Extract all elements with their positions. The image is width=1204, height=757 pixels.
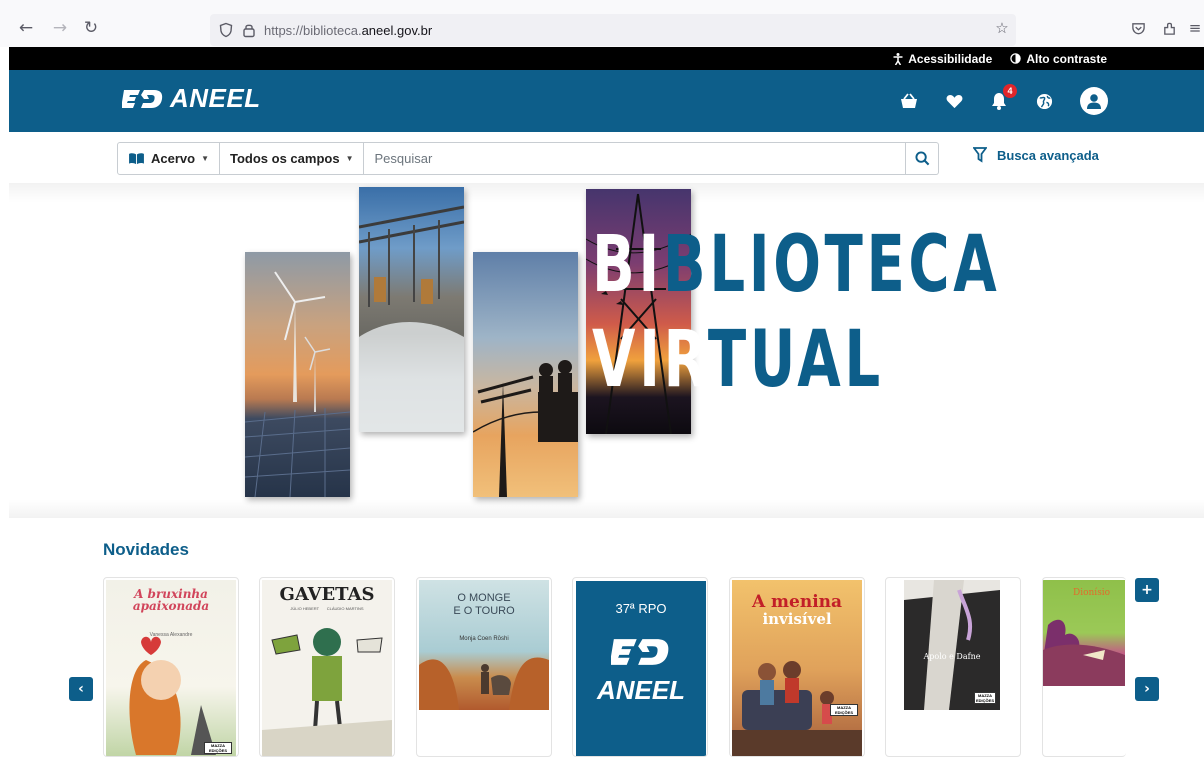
cover-title: Apolo e Dafne (923, 652, 981, 661)
book-card[interactable]: 37ª RPO ANEEL (572, 577, 708, 757)
search-button[interactable] (906, 142, 940, 175)
advanced-search-link[interactable]: Busca avançada (973, 147, 1099, 163)
book-cover: Dionísio (1043, 580, 1125, 686)
back-icon[interactable]: ← (15, 17, 37, 39)
book-card[interactable]: A menina invisível MAZZA EDIÇÕES (729, 577, 865, 757)
cover-publisher: MAZZA EDIÇÕES (830, 704, 858, 716)
address-bar[interactable]: https://biblioteca. aneel.gov.br (210, 14, 1016, 46)
logo-text: ANEEL (170, 83, 261, 113)
aneel-cover-logo (611, 639, 669, 665)
banner-title-1a: BI (592, 220, 663, 310)
power-line-workers-image (473, 252, 578, 497)
book-card[interactable]: Apolo e Dafne MAZZA EDIÇÕES (885, 577, 1021, 757)
aneel-logo-icon (122, 89, 163, 108)
advanced-search-label: Busca avançada (997, 147, 1099, 163)
collection-dropdown[interactable]: Acervo ▼ (117, 142, 220, 175)
book-card[interactable]: O MONGE E O TOURO Monja Coen Rōshi (416, 577, 552, 757)
wind-turbine-image (245, 252, 350, 497)
lock-icon (243, 24, 255, 38)
book-cover: A menina invisível MAZZA EDIÇÕES (732, 580, 862, 756)
fields-dropdown[interactable]: Todos os campos ▼ (220, 142, 365, 175)
book-cover: O MONGE E O TOURO Monja Coen Rōshi (419, 580, 549, 710)
dam-image (359, 187, 464, 432)
banner-title-2a: VIR (592, 315, 708, 405)
user-icon (1087, 94, 1101, 109)
high-contrast-link[interactable]: Alto contraste (1010, 52, 1107, 66)
contrast-icon (1010, 53, 1022, 64)
bookmark-star-icon[interactable]: ☆ (991, 17, 1013, 39)
accessibility-bar: Acessibilidade Alto contraste (9, 47, 1204, 70)
caret-down-icon: ▼ (345, 154, 354, 163)
banner-title-1b: BLIOTECA (662, 220, 1001, 310)
accessibility-icon (893, 52, 903, 65)
book-cover: GAVETAS JÚLIO HEBERT CLÁUDIO MARTINS (262, 580, 392, 756)
search-input[interactable] (364, 142, 907, 175)
aneel-logo[interactable]: ANEEL (122, 83, 261, 114)
cover-title: 37ª RPO (615, 601, 667, 616)
show-more-button[interactable]: + (1135, 578, 1159, 602)
browser-toolbar: ← → ↻ https://biblioteca. aneel.gov.br ☆ … (0, 0, 1204, 47)
basket-icon[interactable] (897, 89, 921, 113)
cover-logo-text: ANEEL (596, 675, 686, 705)
extensions-icon[interactable] (1158, 17, 1180, 39)
book-card[interactable]: Dionísio (1042, 577, 1126, 757)
carousel-prev-button[interactable]: ‹ (69, 677, 93, 701)
url-prefix: https://biblioteca. (264, 22, 362, 38)
site-header: ANEEL 4 (9, 70, 1204, 132)
filter-icon (973, 147, 987, 163)
banner-bottom-shade (9, 500, 1204, 518)
user-avatar[interactable] (1080, 87, 1108, 115)
globe-icon[interactable] (1032, 89, 1056, 113)
book-cover: A bruxinha apaixonada Vanessa Alexandre … (106, 580, 236, 756)
notifications-button[interactable]: 4 (987, 84, 1017, 113)
shield-icon (219, 22, 233, 38)
pocket-icon[interactable] (1127, 17, 1149, 39)
collection-label: Acervo (151, 151, 196, 166)
heart-icon[interactable] (942, 89, 966, 113)
book-cover: Apolo e Dafne MAZZA EDIÇÕES (904, 580, 1000, 710)
book-cover: 37ª RPO ANEEL (576, 581, 706, 756)
banner-title-2b: TUAL (707, 315, 884, 405)
menu-icon[interactable]: ≡ (1188, 17, 1202, 39)
news-section-title: Novidades (103, 540, 189, 559)
notification-badge: 4 (1003, 84, 1017, 98)
book-icon (129, 153, 144, 165)
book-card[interactable]: A bruxinha apaixonada Vanessa Alexandre … (103, 577, 239, 757)
cover-publisher: MAZZA EDIÇÕES (204, 742, 232, 754)
reload-icon[interactable]: ↻ (80, 17, 102, 39)
url-domain: aneel.gov.br (361, 22, 433, 38)
accessibility-link[interactable]: Acessibilidade (893, 52, 992, 66)
accessibility-label: Acessibilidade (908, 51, 993, 66)
contrast-label: Alto contraste (1026, 51, 1107, 66)
cover-publisher: MAZZA EDIÇÕES (974, 692, 996, 704)
banner-title: BIBLIOTECA VIRTUAL (592, 218, 1000, 408)
search-bar: Acervo ▼ Todos os campos ▼ (117, 142, 940, 175)
search-icon (915, 151, 930, 166)
fields-label: Todos os campos (230, 151, 340, 166)
book-card[interactable]: GAVETAS JÚLIO HEBERT CLÁUDIO MARTINS (259, 577, 395, 757)
carousel-next-button[interactable]: › (1135, 677, 1159, 701)
caret-down-icon: ▼ (201, 154, 209, 163)
forward-icon[interactable]: → (49, 17, 71, 39)
